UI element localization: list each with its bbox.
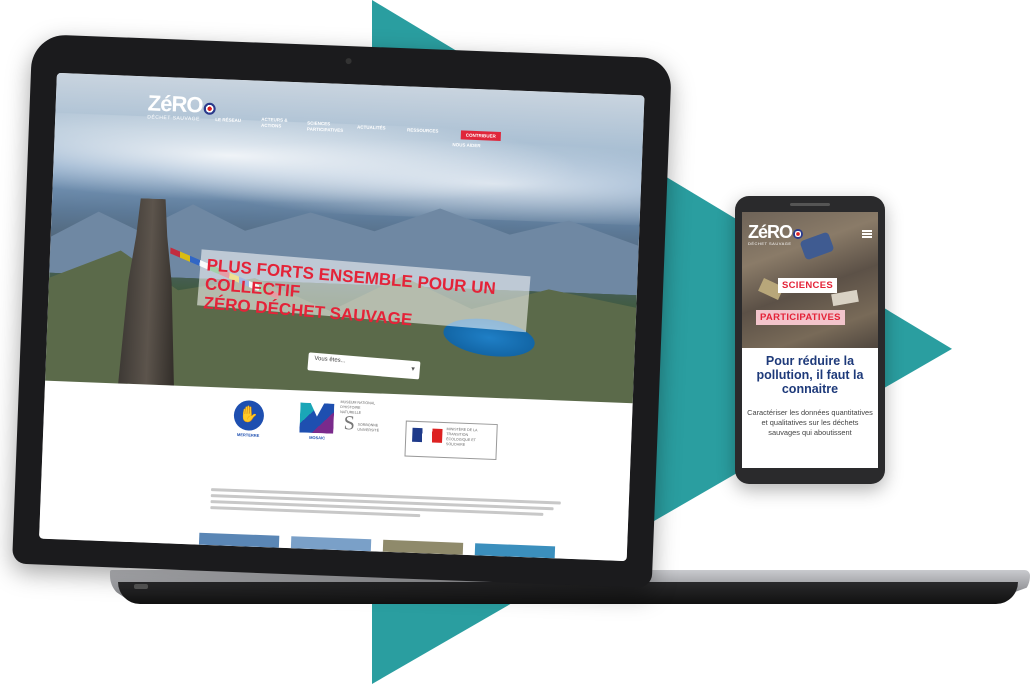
phone-logo[interactable]: ZéRO DÉCHET SAUVAGE (748, 222, 804, 246)
select-placeholder: Vous êtes... (314, 355, 346, 365)
laptop-screen: ZéRO DÉCHET SAUVAGE LE RÉSEAU ACTEURS & … (39, 72, 645, 562)
phone-tag-sciences: SCIENCES (778, 278, 837, 293)
phone-screen: ZéRO DÉCHET SAUVAGE SCIENCES PARTICIPATI… (742, 212, 878, 468)
target-icon (793, 228, 804, 239)
partner-ministry-label: MINISTÈRE DE LA TRANSITION ÉCOLOGIQUE ET… (445, 427, 478, 447)
laptop-lid: ZéRO DÉCHET SAUVAGE LE RÉSEAU ACTEURS & … (12, 33, 672, 589)
thumbnail[interactable] (290, 536, 372, 552)
phone-title: Pour réduire la pollution, il faut la co… (756, 354, 864, 396)
phone-mockup: ZéRO DÉCHET SAUVAGE SCIENCES PARTICIPATI… (735, 196, 885, 484)
site-logo[interactable]: ZéRO DÉCHET SAUVAGE (147, 90, 216, 123)
hand-icon[interactable]: ✋ (233, 399, 265, 432)
sorbonne-logo[interactable]: S (343, 412, 355, 435)
debris-shape (799, 231, 835, 261)
partner-sorbonne-label: SORBONNE UNIVERSITÉ (357, 422, 380, 433)
logo-subtitle: DÉCHET SAUVAGE (147, 114, 201, 123)
phone-speaker (790, 203, 830, 206)
nav-item-actualites[interactable]: ACTUALITÉS (357, 124, 386, 131)
nav-item-nous-aider[interactable]: NOUS AIDER (452, 142, 480, 149)
phone-logo-subtitle: DÉCHET SAUVAGE (748, 241, 792, 246)
camera-icon (345, 57, 352, 65)
nav-item-reseau[interactable]: LE RÉSEAU (215, 117, 241, 124)
phone-hero: ZéRO DÉCHET SAUVAGE SCIENCES PARTICIPATI… (742, 212, 878, 348)
thumbnail[interactable] (474, 543, 556, 559)
partner-mosaic-label: MOSAIC (309, 434, 326, 441)
thumbnail[interactable] (198, 532, 280, 548)
hero-section: ZéRO DÉCHET SAUVAGE LE RÉSEAU ACTEURS & … (45, 72, 645, 403)
laptop-notch (134, 584, 148, 589)
hamburger-menu-icon[interactable] (862, 230, 872, 238)
mosaic-logo[interactable] (299, 402, 334, 433)
partners-section: ✋ MERTERRE MOSAIC MUSÉUM NATIONAL D'HIST… (39, 380, 633, 562)
nav-item-acteurs[interactable]: ACTEURS & ACTIONS (261, 117, 291, 130)
partner-merterre-label: MERTERRE (236, 432, 260, 438)
nav-item-ressources[interactable]: RESSOURCES (407, 127, 439, 134)
intro-paragraph (210, 485, 561, 525)
contribuer-button[interactable]: CONTRIBUER (460, 130, 501, 141)
phone-tag-participatives: PARTICIPATIVES (756, 310, 845, 325)
phone-logo-word: ZéRO (748, 222, 793, 242)
logo-word: ZéRO (147, 90, 203, 118)
nav-item-sciences[interactable]: SCIENCES PARTICIPATIVES (307, 121, 347, 135)
ministry-logo[interactable]: MINISTÈRE DE LA TRANSITION ÉCOLOGIQUE ET… (404, 420, 498, 461)
french-flag-icon (412, 427, 443, 443)
phone-body: Caractériser les données quantitatives e… (747, 408, 873, 437)
article-thumbnails (198, 532, 619, 561)
laptop-base-front (118, 582, 1018, 604)
chevron-down-icon: ▾ (410, 365, 416, 374)
target-icon (203, 102, 216, 115)
thumbnail[interactable] (382, 539, 464, 555)
